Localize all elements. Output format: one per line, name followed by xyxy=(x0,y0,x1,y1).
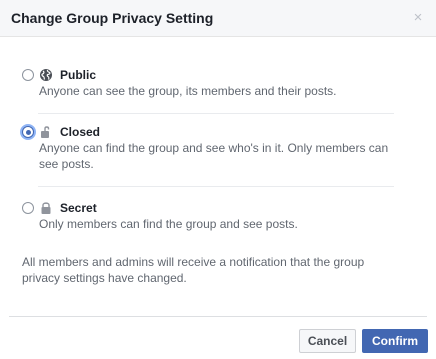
option-secret-title: Secret xyxy=(60,201,97,215)
dialog-header: Change Group Privacy Setting × xyxy=(0,0,436,37)
unlock-icon xyxy=(41,126,50,138)
option-divider xyxy=(38,113,394,114)
lock-icon xyxy=(41,202,51,214)
privacy-dialog: Change Group Privacy Setting × Public An… xyxy=(0,0,436,359)
radio-public[interactable] xyxy=(22,69,34,81)
option-closed-title: Closed xyxy=(60,125,101,139)
confirm-button[interactable]: Confirm xyxy=(362,329,428,353)
cancel-button[interactable]: Cancel xyxy=(299,329,356,353)
option-closed-description: Anyone can find the group and see who's … xyxy=(39,141,389,171)
dialog-title: Change Group Privacy Setting xyxy=(11,10,214,26)
footer-divider xyxy=(9,316,427,317)
option-public-description: Anyone can see the group, its members an… xyxy=(39,84,337,98)
globe-icon xyxy=(40,69,52,81)
close-icon[interactable]: × xyxy=(409,9,427,27)
radio-closed[interactable] xyxy=(22,126,34,138)
notification-notice: All members and admins will receive a no… xyxy=(22,255,365,285)
option-public-title: Public xyxy=(60,68,97,82)
option-divider xyxy=(38,186,394,187)
option-secret-description: Only members can find the group and see … xyxy=(39,217,298,231)
radio-secret[interactable] xyxy=(22,202,34,214)
